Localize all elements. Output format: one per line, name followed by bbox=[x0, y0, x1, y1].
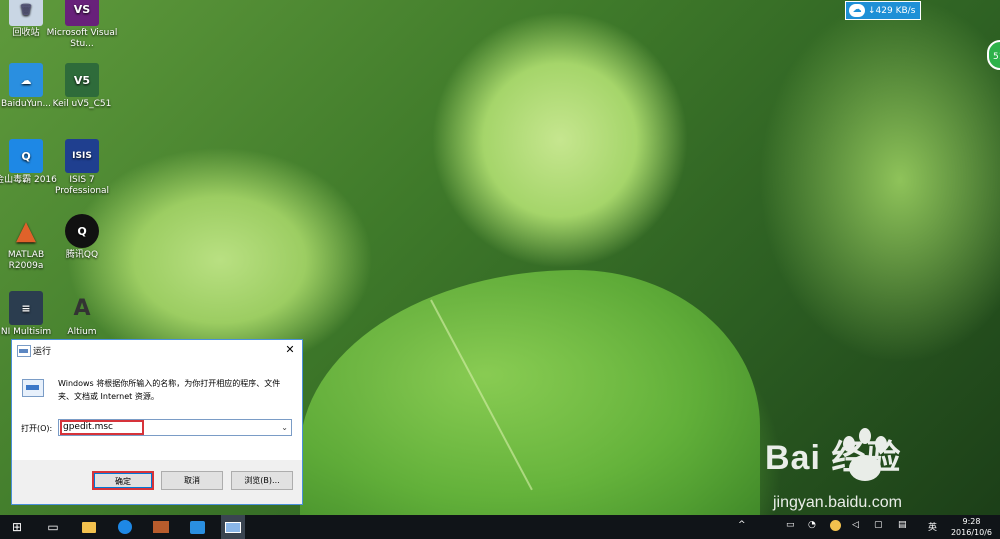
desktop-icon-label: ISIS 7 Professional bbox=[54, 175, 110, 196]
run-window-icon bbox=[17, 345, 31, 357]
network-speed-value: ↓429 KB/s bbox=[868, 5, 916, 16]
battery-icon[interactable]: ▭ bbox=[786, 520, 795, 530]
cancel-button[interactable]: 取消 bbox=[161, 471, 223, 490]
run-dialog-body: Windows 将根据你所输入的名称，为你打开相应的程序、文件夹、文档或 Int… bbox=[12, 360, 302, 460]
baidu-paw-icon bbox=[843, 428, 887, 481]
security-icon[interactable] bbox=[830, 520, 841, 534]
desktop-icon-label: Microsoft Visual Stu... bbox=[46, 28, 118, 49]
baiduyun-icon: ☁ bbox=[9, 63, 43, 97]
run-description: Windows 将根据你所输入的名称，为你打开相应的程序、文件夹、文档或 Int… bbox=[58, 379, 281, 401]
run-dialog-titlebar[interactable]: 运行 ✕ bbox=[12, 340, 302, 360]
visual-studio-icon: VS bbox=[65, 0, 99, 26]
open-input-value: gpedit.msc bbox=[63, 422, 113, 432]
baiduyun-taskbar-icon[interactable] bbox=[188, 518, 206, 536]
altium-icon: A bbox=[73, 295, 91, 321]
cloud-icon: ☁ bbox=[849, 4, 865, 17]
network-speed-widget[interactable]: ☁ ↓429 KB/s bbox=[845, 1, 921, 20]
run-program-icon bbox=[22, 379, 44, 397]
wifi-icon[interactable]: ◔ bbox=[808, 520, 816, 530]
qq-penguin-icon: Q bbox=[65, 214, 99, 248]
photo-app-icon[interactable] bbox=[152, 518, 170, 536]
desktop-icon-label: Altium bbox=[67, 327, 97, 337]
desktop-icon-label: 腾讯QQ bbox=[65, 250, 99, 260]
open-label: 打开(O): bbox=[21, 424, 53, 433]
browse-button[interactable]: 浏览(B)... bbox=[231, 471, 293, 490]
run-dialog: 运行 ✕ Windows 将根据你所输入的名称，为你打开相应的程序、文件夹、文档… bbox=[11, 339, 303, 505]
task-view-icon[interactable]: ▭ bbox=[44, 518, 62, 536]
desktop-icon-keil[interactable]: V5 Keil uV5_C51 bbox=[46, 63, 118, 110]
taskbar: ⊞ ▭ ^ ▭ ◔ ◁ ▢ ▤ 英 9:28 2016/10/6 bbox=[0, 515, 1000, 539]
chevron-down-icon[interactable]: ⌄ bbox=[281, 420, 288, 435]
start-windows-icon[interactable]: ⊞ bbox=[8, 518, 26, 536]
kingsoft-icon: Q bbox=[9, 139, 43, 173]
ok-button[interactable]: 确定 bbox=[92, 471, 154, 490]
clock-time: 9:28 bbox=[962, 517, 981, 526]
floating-ball-label: 51 bbox=[993, 52, 1000, 62]
watermark-url: jingyan.baidu.com bbox=[773, 494, 902, 511]
tray-overflow-icon[interactable]: ^ bbox=[738, 520, 746, 530]
run-dialog-title: 运行 bbox=[33, 347, 52, 357]
ime-indicator[interactable]: 英 bbox=[928, 520, 937, 533]
open-input[interactable]: gpedit.msc ⌄ bbox=[58, 419, 292, 436]
file-explorer-icon[interactable] bbox=[80, 518, 98, 536]
baidu-jingyan-watermark: Bai 经验 jingyan.baidu.com bbox=[765, 428, 902, 511]
clock[interactable]: 9:28 2016/10/6 bbox=[951, 516, 992, 538]
keyboard-icon[interactable]: ▤ bbox=[898, 520, 907, 530]
desktop-icon-label: Keil uV5_C51 bbox=[52, 99, 112, 109]
run-taskbar-icon[interactable] bbox=[221, 515, 245, 539]
matlab-icon: ▲ bbox=[16, 215, 36, 246]
multisim-icon: ≡ bbox=[9, 291, 43, 325]
browser-icon[interactable] bbox=[116, 518, 134, 536]
desktop-icon-qq[interactable]: Q 腾讯QQ bbox=[46, 214, 118, 261]
clock-date: 2016/10/6 bbox=[950, 528, 992, 537]
chat-icon[interactable]: ▢ bbox=[874, 520, 883, 530]
recycle-bin-icon: 🗑 bbox=[9, 0, 43, 26]
desktop-icon-isis[interactable]: ISIS ISIS 7 Professional bbox=[46, 139, 118, 197]
keil-icon: V5 bbox=[65, 63, 99, 97]
desktop-icon-visual-studio[interactable]: VS Microsoft Visual Stu... bbox=[46, 0, 118, 50]
volume-icon[interactable]: ◁ bbox=[852, 520, 859, 530]
isis-icon: ISIS bbox=[65, 139, 99, 173]
desktop-icon-altium[interactable]: A Altium bbox=[46, 291, 118, 338]
close-icon[interactable]: ✕ bbox=[278, 340, 302, 360]
